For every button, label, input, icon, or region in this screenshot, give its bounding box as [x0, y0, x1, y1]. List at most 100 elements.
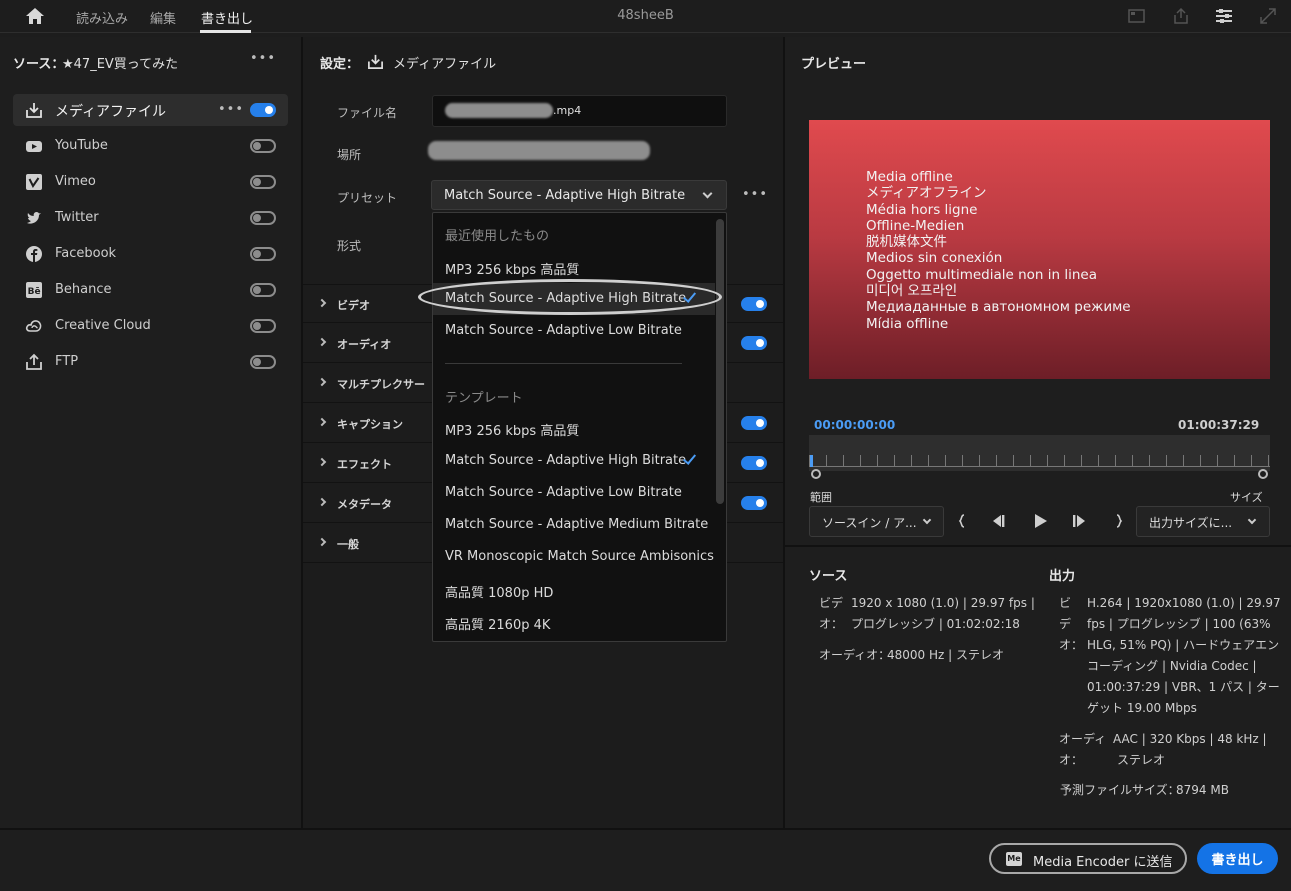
filename-label: ファイル名 [337, 106, 398, 120]
highlight-annotation-ellipse [418, 279, 722, 315]
offline-line: メディアオフライン [866, 185, 987, 202]
source-more-icon[interactable]: ••• [250, 51, 276, 66]
info-label: ビ [1059, 596, 1072, 610]
set-out-point-icon[interactable] [1106, 509, 1130, 533]
menu-item[interactable]: Match Source - Adaptive High Bitrate [433, 445, 715, 477]
dest-creative-cloud[interactable]: Creative Cloud [13, 310, 288, 342]
offline-line: Média hors ligne [866, 201, 978, 218]
tab-edit[interactable]: 編集 [150, 8, 176, 27]
playhead[interactable] [810, 455, 813, 467]
youtube-icon [26, 141, 42, 152]
offline-line: 미디어 오프라인 [866, 283, 958, 300]
tab-export[interactable]: 書き出し [201, 8, 253, 27]
chevron-down-icon [702, 188, 713, 199]
menu-item[interactable]: 高品質 2160p 4K [433, 606, 715, 638]
dest-toggle[interactable] [250, 247, 276, 261]
step-back-icon[interactable] [986, 509, 1010, 533]
output-video-label: ビ デ オ： [1059, 593, 1083, 656]
section-toggle[interactable] [741, 336, 767, 350]
source-video-label: ビデ オ： [819, 593, 843, 635]
filesize-label: 予測ファイルサイズ： [1060, 783, 1180, 797]
set-in-point-icon[interactable] [951, 509, 975, 533]
dest-youtube[interactable]: YouTube [13, 130, 288, 162]
preset-more-icon[interactable]: ••• [742, 187, 768, 202]
location-label: 場所 [337, 148, 362, 162]
offline-line: Offline-Medien [866, 217, 965, 234]
dest-vimeo[interactable]: Vimeo [13, 166, 288, 198]
section-toggle[interactable] [741, 416, 767, 430]
tab-import[interactable]: 読み込み [76, 8, 128, 27]
menu-item-label: Match Source - Adaptive High Bitrate [445, 453, 687, 468]
info-line: 01:00:37:29 | VBR、1 パス | ター [1087, 680, 1280, 694]
info-line: ステレオ [1117, 753, 1166, 767]
dest-label: Twitter [55, 210, 99, 225]
range-value: ソースイン / ア... [822, 516, 917, 530]
download-icon [26, 103, 42, 118]
settings-sliders-icon[interactable] [1214, 6, 1234, 26]
step-forward-icon[interactable] [1067, 509, 1091, 533]
source-label: ソース： [13, 57, 65, 72]
section-toggle[interactable] [741, 297, 767, 311]
source-video-info: 1920 x 1080 (1.0) | 29.97 fps | プログレッシブ … [851, 593, 1035, 635]
preset-select[interactable]: Match Source - Adaptive High Bitrate [431, 180, 727, 210]
dest-toggle[interactable] [250, 283, 276, 297]
dest-facebook[interactable]: Facebook [13, 238, 288, 270]
info-line: HLG, 51% PQ) | ハードウェアエン [1087, 638, 1280, 652]
send-to-media-encoder-button[interactable]: Me Media Encoder に送信 [989, 843, 1187, 874]
dropdown-scrollbar[interactable] [716, 219, 724, 504]
chevron-down-icon [922, 515, 932, 525]
dest-media-file[interactable]: メディアファイル ••• [13, 94, 288, 126]
menu-item[interactable]: Match Source - Adaptive Medium Bitrate [433, 509, 715, 541]
in-point-handle[interactable] [811, 469, 821, 479]
play-icon[interactable] [1028, 509, 1052, 533]
recent-header: 最近使用したもの [445, 229, 550, 244]
export-button[interactable]: 書き出し [1197, 843, 1278, 874]
menu-item[interactable]: VR Monoscopic Match Source Ambisonics [433, 541, 715, 573]
out-point-handle[interactable] [1258, 469, 1268, 479]
info-line: fps | プログレッシブ | 100 (63% [1087, 617, 1271, 631]
menu-item[interactable]: 高品質 1080p HD [433, 574, 715, 606]
timecode-current[interactable]: 00:00:00:00 [814, 418, 895, 432]
format-label: 形式 [337, 239, 362, 253]
info-line: 1920 x 1080 (1.0) | 29.97 fps | [851, 596, 1035, 610]
menu-item-label: VR Monoscopic Match Source Ambisonics [445, 549, 714, 564]
menu-item-label: Match Source - Adaptive Low Bitrate [445, 485, 682, 500]
menu-item-label: 高品質 1080p HD [445, 586, 554, 601]
menu-item-label: 高品質 2160p 4K [445, 618, 551, 633]
quick-export-icon[interactable] [1127, 6, 1147, 26]
menu-item[interactable]: MP3 256 kbps 高品質 [433, 412, 715, 444]
info-line: H.264 | 1920x1080 (1.0) | 29.97 [1087, 596, 1281, 610]
menu-divider [445, 363, 682, 364]
section-label: キャプション [337, 418, 403, 431]
menu-item[interactable]: Match Source - Adaptive Low Bitrate [433, 315, 715, 347]
source-name: ★47_EV買ってみた [62, 57, 179, 72]
dest-twitter[interactable]: Twitter [13, 202, 288, 234]
settings-destination: メディアファイル [393, 57, 497, 72]
chevron-right-icon [317, 377, 327, 387]
dest-toggle[interactable] [250, 139, 276, 153]
home-icon[interactable] [24, 6, 46, 26]
dest-toggle[interactable] [250, 355, 276, 369]
section-toggle[interactable] [741, 496, 767, 510]
dest-toggle[interactable] [250, 319, 276, 333]
section-toggle[interactable] [741, 456, 767, 470]
dest-ftp[interactable]: FTP [13, 346, 288, 378]
dest-toggle[interactable] [250, 175, 276, 189]
share-icon[interactable] [1171, 6, 1191, 26]
dest-more-icon[interactable]: ••• [218, 102, 244, 117]
fullscreen-icon[interactable] [1258, 6, 1278, 26]
menu-item[interactable]: Match Source - Adaptive Low Bitrate [433, 477, 715, 509]
filename-field[interactable]: .mp4 [432, 95, 727, 127]
dest-toggle[interactable] [250, 103, 276, 117]
offline-line: Medios sin conexión [866, 250, 1003, 267]
media-encoder-icon: Me [1006, 852, 1022, 866]
range-select[interactable]: ソースイン / ア... [809, 506, 944, 537]
size-select[interactable]: 出力サイズに... [1136, 506, 1270, 537]
menu-item-label: Match Source - Adaptive Medium Bitrate [445, 517, 709, 532]
timeline-scrubber[interactable] [809, 435, 1270, 471]
dest-toggle[interactable] [250, 211, 276, 225]
dest-behance[interactable]: Bē Behance [13, 274, 288, 306]
redacted-location[interactable] [428, 141, 650, 160]
chevron-right-icon [317, 337, 327, 347]
offline-line: Media offline [866, 169, 953, 185]
